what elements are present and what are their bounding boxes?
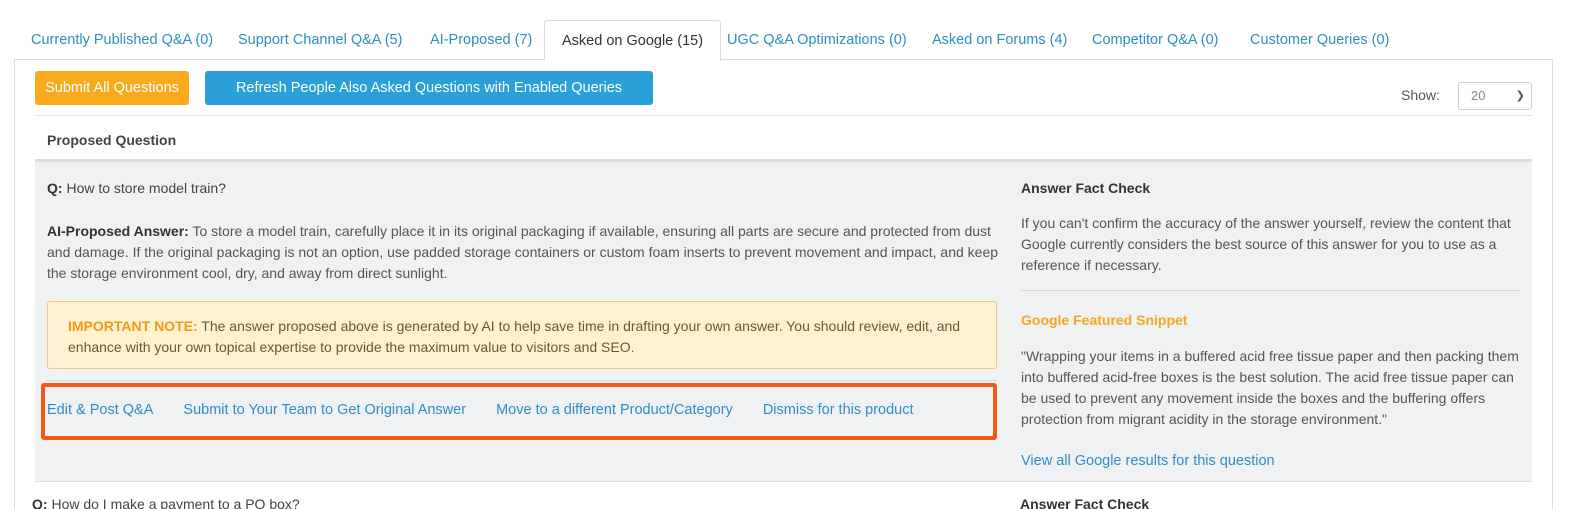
- tab-asked-on-forums[interactable]: Asked on Forums (4): [915, 20, 1084, 60]
- note-body: The answer proposed above is generated b…: [68, 318, 961, 355]
- question-actions: Edit & Post Q&A Submit to Your Team to G…: [47, 402, 940, 418]
- divider: [1021, 290, 1521, 291]
- refresh-paa-questions-button[interactable]: Refresh People Also Asked Questions with…: [205, 71, 653, 105]
- edit-post-qa-link[interactable]: Edit & Post Q&A: [47, 402, 153, 418]
- tab-ugc-optimizations[interactable]: UGC Q&A Optimizations (0): [710, 20, 924, 60]
- tab-competitor-qa[interactable]: Competitor Q&A (0): [1075, 20, 1236, 60]
- view-all-google-results-link[interactable]: View all Google results for this questio…: [1021, 453, 1275, 469]
- question-prefix: Q:: [32, 496, 48, 509]
- fact-check-heading: Answer Fact Check: [1021, 180, 1151, 196]
- question-body: How to store model train?: [66, 180, 226, 196]
- tab-panel: Submit All Questions Refresh People Also…: [14, 59, 1553, 509]
- ai-proposed-answer: AI-Proposed Answer: To store a model tra…: [47, 221, 1002, 284]
- submit-to-team-link[interactable]: Submit to Your Team to Get Original Answ…: [183, 402, 466, 418]
- question-row: Q: How to store model train? AI-Proposed…: [35, 162, 1532, 482]
- answer-body: To store a model train, carefully place …: [47, 223, 999, 281]
- featured-snippet-text: "Wrapping your items in a buffered acid …: [1021, 348, 1519, 427]
- next-question-text: Q: How do I make a payment to a PO box?: [32, 496, 300, 509]
- page-size-select[interactable]: 20 ❯: [1458, 82, 1532, 110]
- show-label: Show:: [1401, 87, 1440, 103]
- tab-currently-published[interactable]: Currently Published Q&A (0): [14, 20, 230, 60]
- important-note: IMPORTANT NOTE: The answer proposed abov…: [47, 301, 997, 369]
- chevron-down-icon: ❯: [1515, 90, 1525, 102]
- tab-customer-queries[interactable]: Customer Queries (0): [1233, 20, 1406, 60]
- next-fact-check-heading: Answer Fact Check: [1020, 496, 1150, 509]
- table-header: Proposed Question: [35, 115, 1532, 162]
- featured-snippet-heading: Google Featured Snippet: [1021, 312, 1188, 328]
- question-text: Q: How to store model train?: [47, 180, 226, 196]
- question-body: How do I make a payment to a PO box?: [51, 496, 300, 509]
- move-product-category-link[interactable]: Move to a different Product/Category: [496, 402, 733, 418]
- note-prefix: IMPORTANT NOTE:: [68, 318, 198, 334]
- tab-bar: Currently Published Q&A (0) Support Chan…: [14, 20, 1553, 61]
- tab-ai-proposed[interactable]: AI-Proposed (7): [413, 20, 549, 60]
- answer-prefix: AI-Proposed Answer:: [47, 223, 189, 239]
- fact-check-text: If you can't confirm the accuracy of the…: [1021, 215, 1511, 273]
- tab-asked-on-google[interactable]: Asked on Google (15): [544, 20, 722, 61]
- column-header-proposed-question: Proposed Question: [47, 132, 177, 148]
- tab-support-channel[interactable]: Support Channel Q&A (5): [221, 20, 419, 60]
- question-prefix: Q:: [47, 180, 63, 196]
- dismiss-product-link[interactable]: Dismiss for this product: [763, 402, 914, 418]
- page-size-value: 20: [1471, 88, 1486, 103]
- divider: [47, 380, 997, 381]
- submit-all-questions-button[interactable]: Submit All Questions: [35, 71, 189, 105]
